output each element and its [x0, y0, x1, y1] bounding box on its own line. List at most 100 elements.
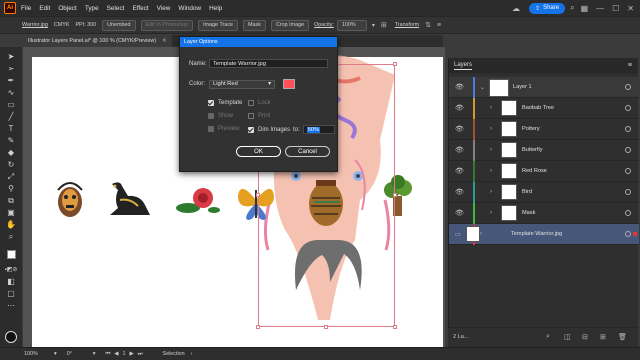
show-option[interactable]: Show — [208, 113, 233, 119]
layer-thumbnail — [501, 205, 517, 221]
layer-row[interactable]: 👁 › Pottery — [449, 119, 639, 140]
show-checkbox[interactable] — [208, 113, 214, 119]
target-circle-icon[interactable] — [625, 210, 631, 216]
zoom-field[interactable]: 100% — [24, 351, 54, 357]
resize-handle[interactable] — [393, 62, 397, 66]
layer-name[interactable]: Mask — [522, 210, 535, 216]
resize-handle[interactable] — [393, 193, 397, 197]
layer-name[interactable]: Baobab Tree — [522, 105, 554, 111]
layer-name[interactable]: Red Rose — [522, 168, 547, 174]
artboard-number[interactable]: 1 — [122, 351, 125, 357]
status-menu-icon[interactable]: › — [191, 351, 193, 357]
chevron-down-icon[interactable]: ▾ — [54, 351, 57, 357]
expand-chevron-icon[interactable]: › — [490, 126, 492, 132]
target-circle-icon[interactable] — [625, 126, 631, 132]
layer-thumbnail — [501, 142, 517, 158]
cancel-label: Cancel — [298, 148, 317, 155]
layer-thumbnail — [466, 226, 480, 242]
layer-name[interactable]: Template Warrior.jpg — [511, 231, 562, 237]
expand-chevron-icon[interactable]: › — [490, 105, 492, 111]
layer-name[interactable]: Layer 1 — [513, 84, 532, 90]
red-rose-artwork — [176, 188, 220, 213]
locate-object-icon[interactable]: ⌕ — [546, 333, 550, 341]
visibility-eye-icon[interactable]: 👁 — [455, 167, 464, 175]
template-checkbox[interactable] — [208, 100, 214, 106]
first-artboard-icon[interactable]: ⏮ — [105, 351, 110, 358]
visibility-eye-icon[interactable]: 👁 — [455, 146, 464, 154]
target-circle-icon[interactable] — [625, 105, 631, 111]
layer-name[interactable]: Bird — [522, 189, 532, 195]
next-artboard-icon[interactable]: ▶ — [129, 351, 133, 357]
layer-row[interactable]: 👁 › Butterfly — [449, 140, 639, 161]
target-circle-icon[interactable] — [625, 84, 631, 90]
resize-handle[interactable] — [393, 325, 397, 329]
resize-handle[interactable] — [256, 325, 260, 329]
cancel-button[interactable]: Cancel — [285, 146, 330, 157]
visibility-eye-icon[interactable]: 👁 — [455, 125, 464, 133]
illustrator-window: Ai File Edit Object Type Select Effect V… — [0, 0, 640, 360]
resize-handle[interactable] — [324, 325, 328, 329]
template-option[interactable]: Template — [208, 100, 242, 106]
layers-panel-header: Layers ≡ — [449, 58, 638, 73]
visibility-eye-icon[interactable]: 👁 — [455, 83, 464, 91]
layer-thumbnail — [501, 184, 517, 200]
color-select[interactable]: Light Red ▾ — [209, 79, 275, 89]
ok-button[interactable]: OK — [236, 146, 281, 157]
layer-name[interactable]: Butterfly — [522, 147, 543, 153]
expand-chevron-icon[interactable]: › — [490, 168, 492, 174]
layer-color-bar — [473, 77, 475, 98]
layer-thumbnail — [501, 163, 517, 179]
preview-option[interactable]: Preview — [208, 126, 239, 132]
rotation-field[interactable]: 0° — [67, 351, 93, 357]
previous-artboard-icon[interactable]: ◀ — [114, 351, 118, 357]
layer-row[interactable]: 👁 › Red Rose — [449, 161, 639, 182]
visibility-eye-icon[interactable]: 👁 — [455, 104, 464, 112]
panel-menu-icon[interactable]: ≡ — [628, 62, 632, 70]
target-circle-icon[interactable] — [625, 147, 631, 153]
chevron-down-icon[interactable]: ▾ — [93, 351, 96, 357]
layer-row[interactable]: 👁 › Bird — [449, 182, 639, 203]
dim-percent-input[interactable]: 50% — [302, 125, 335, 134]
print-option[interactable]: Print — [248, 113, 270, 119]
layer-row[interactable]: 👁 › Mask — [449, 203, 639, 224]
layers-panel-title[interactable]: Layers — [454, 62, 473, 70]
name-row: Name: Template Warrior.jpg — [189, 59, 328, 68]
expand-chevron-icon[interactable]: › — [480, 231, 482, 237]
layer-color-bar — [473, 98, 475, 119]
visibility-eye-icon[interactable]: 👁 — [455, 209, 464, 217]
target-circle-icon[interactable] — [625, 168, 631, 174]
template-layer-icon[interactable]: ▭ — [455, 231, 461, 238]
layer-color-bar — [473, 119, 475, 140]
layer-name-input[interactable]: Template Warrior.jpg — [209, 59, 328, 68]
lock-checkbox[interactable] — [248, 100, 254, 106]
target-circle-icon[interactable] — [625, 231, 631, 237]
delete-layer-icon[interactable]: 🗑 — [618, 333, 627, 341]
color-swatch[interactable] — [283, 79, 295, 89]
expand-chevron-icon[interactable]: › — [490, 189, 492, 195]
bird-artwork — [110, 182, 150, 215]
mask-artwork — [57, 182, 83, 217]
last-artboard-icon[interactable]: ⏭ — [138, 351, 143, 358]
layer-thumbnail — [501, 100, 517, 116]
target-circle-icon[interactable] — [625, 189, 631, 195]
layer-row-selected[interactable]: ▭ › Template Warrior.jpg — [449, 224, 639, 245]
new-sublayer-icon[interactable]: ⊟ — [582, 333, 588, 341]
layer-row[interactable]: 👁 › Baobab Tree — [449, 98, 639, 119]
new-layer-icon[interactable]: ⊞ — [600, 333, 606, 341]
layer-name[interactable]: Pottery — [522, 126, 540, 132]
print-checkbox[interactable] — [248, 113, 254, 119]
dim-images-checkbox[interactable] — [248, 126, 254, 133]
lock-option[interactable]: Lock — [248, 100, 271, 106]
layers-panel: Layers ≡ 👁 ⌄ Layer 1 👁 › Baobab Tree 👁 ›… — [448, 58, 639, 348]
visibility-eye-icon[interactable]: 👁 — [455, 188, 464, 196]
collapse-chevron-icon[interactable]: ⌄ — [480, 84, 485, 91]
expand-chevron-icon[interactable]: › — [490, 210, 492, 216]
layer-row[interactable]: 👁 ⌄ Layer 1 — [449, 77, 639, 98]
status-bar: 100% ▾ 0° ▾ ⏮ ◀ 1 ▶ ⏭ Selection › — [0, 347, 640, 360]
preview-checkbox[interactable] — [208, 126, 214, 132]
layer-options-dialog: Layer Options Name: Template Warrior.jpg… — [179, 36, 338, 172]
expand-chevron-icon[interactable]: › — [490, 147, 492, 153]
clipping-mask-icon[interactable]: ◫ — [564, 333, 571, 341]
resize-handle[interactable] — [256, 193, 260, 197]
color-label: Color: — [189, 81, 206, 87]
